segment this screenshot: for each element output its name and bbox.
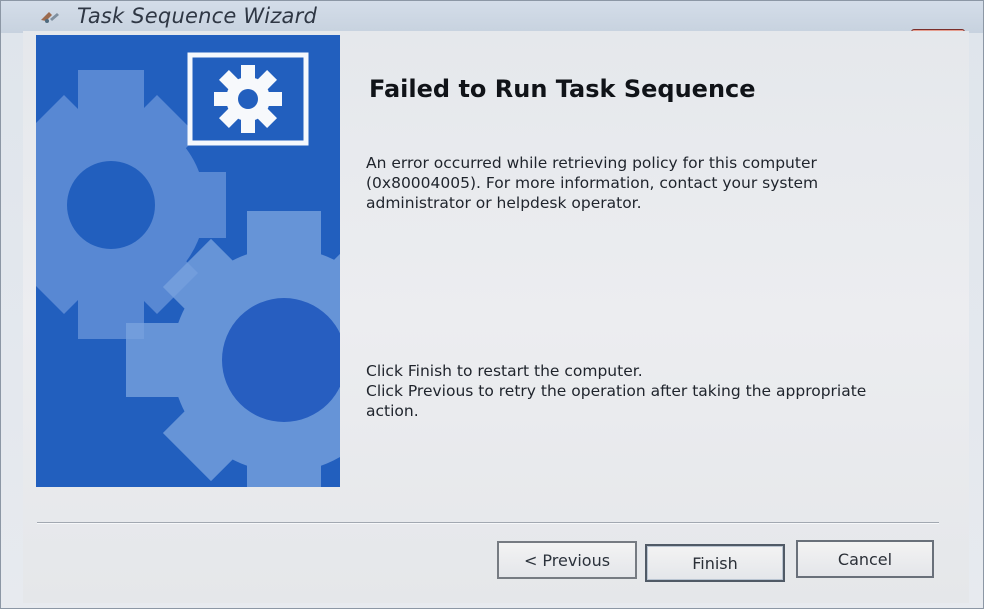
gear-background-graphic — [36, 35, 340, 487]
title-bar[interactable]: Task Sequence Wizard x — [1, 1, 983, 51]
wizard-side-panel — [36, 35, 340, 487]
gear-icon — [214, 65, 282, 133]
window-title: Task Sequence Wizard — [77, 4, 317, 28]
previous-button-label: < Previous — [523, 550, 611, 570]
cancel-button-label: Cancel — [837, 549, 893, 569]
cancel-button[interactable]: Cancel — [796, 540, 934, 578]
previous-button[interactable]: < Previous — [497, 541, 637, 579]
dialog-body: Failed to Run Task Sequence An error occ… — [23, 31, 969, 603]
button-separator — [37, 522, 939, 524]
finish-button-label: Finish — [692, 553, 738, 573]
instructions: Click Finish to restart the computer. Cl… — [366, 361, 906, 421]
error-message: An error occurred while retrieving polic… — [366, 154, 819, 212]
wizard-icon — [41, 12, 59, 23]
instruction-finish: Click Finish to restart the computer. — [366, 362, 643, 380]
instruction-previous: Click Previous to retry the operation af… — [366, 382, 867, 420]
finish-button[interactable]: Finish — [645, 544, 785, 582]
task-sequence-wizard-window: Task Sequence Wizard x — [0, 0, 984, 609]
page-title: Failed to Run Task Sequence — [369, 75, 756, 103]
